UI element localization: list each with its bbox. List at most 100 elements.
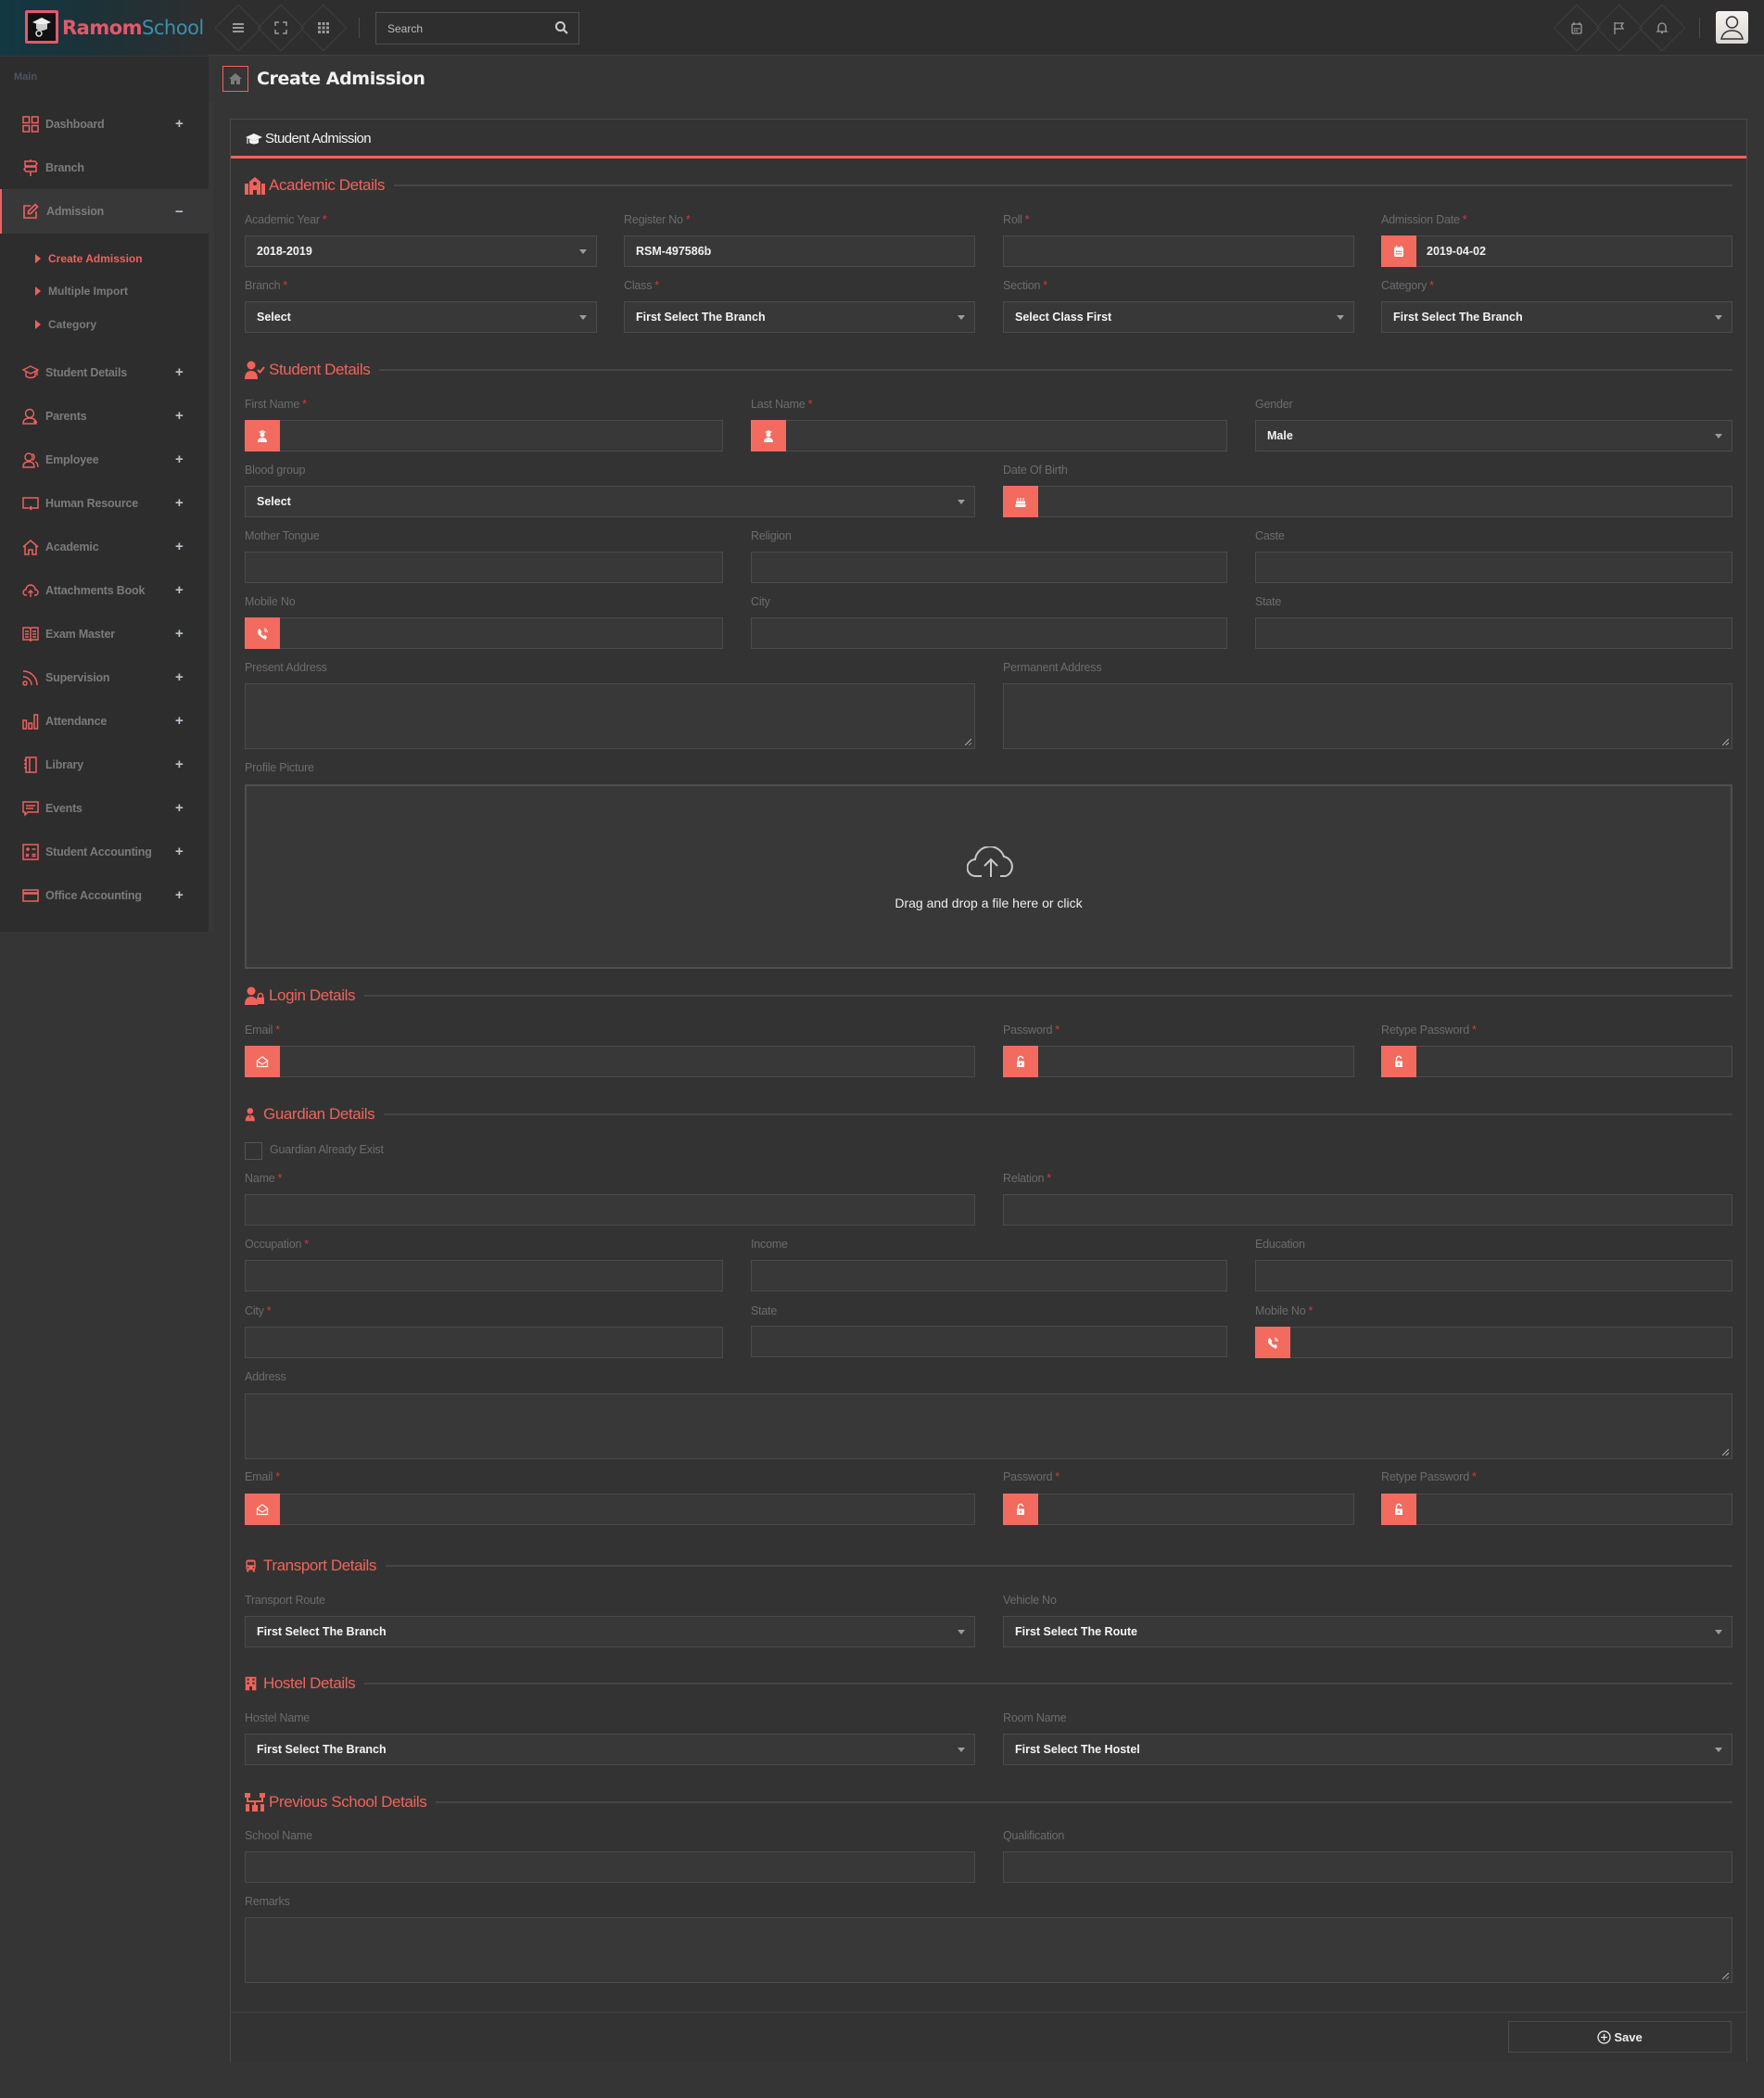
guardian-occupation-field[interactable] xyxy=(245,1260,723,1291)
sidebar-item-attachments-book[interactable]: Attachments Book + xyxy=(0,568,209,612)
academic-year-select[interactable]: 2018-2019 xyxy=(245,235,597,267)
guardian-occupation-input[interactable] xyxy=(246,1261,722,1291)
mother-tongue-field[interactable] xyxy=(245,552,723,583)
school-name-field[interactable] xyxy=(245,1851,975,1883)
present-address-textarea[interactable] xyxy=(246,684,974,748)
guardian-name-field[interactable] xyxy=(245,1194,975,1226)
apps-button[interactable] xyxy=(299,4,348,52)
remarks-field[interactable] xyxy=(245,1917,1732,1983)
dob-input[interactable] xyxy=(1004,487,1732,516)
religion-input[interactable] xyxy=(752,553,1226,582)
home-button[interactable] xyxy=(222,66,248,92)
sidebar-item-events[interactable]: Events + xyxy=(0,786,209,830)
resize-handle[interactable] xyxy=(965,739,971,745)
save-button[interactable]: Save xyxy=(1508,2021,1732,2053)
flag-button[interactable] xyxy=(1595,4,1643,52)
guardian-state-field[interactable] xyxy=(751,1326,1227,1357)
room-name-select[interactable]: First Select The Hostel xyxy=(1003,1734,1732,1765)
permanent-address-textarea[interactable] xyxy=(1004,684,1732,748)
submenu-create-admission[interactable]: Create Admission xyxy=(35,252,143,265)
guardian-state-input[interactable] xyxy=(752,1327,1226,1356)
caste-field[interactable] xyxy=(1255,552,1732,583)
guardian-retype-password-field[interactable] xyxy=(1381,1494,1732,1525)
sidebar-scrollbar[interactable] xyxy=(209,102,214,932)
login-password-input[interactable] xyxy=(1004,1047,1353,1076)
guardian-password-input[interactable] xyxy=(1004,1494,1353,1524)
sidebar-item-office-accounting[interactable]: Office Accounting + xyxy=(0,873,209,917)
city-input[interactable] xyxy=(752,618,1226,648)
guardian-retype-password-input[interactable] xyxy=(1382,1494,1732,1524)
resize-handle[interactable] xyxy=(1722,1449,1729,1456)
guardian-mobile-input[interactable] xyxy=(1256,1328,1732,1357)
religion-field[interactable] xyxy=(751,552,1227,583)
fullscreen-button[interactable] xyxy=(257,4,305,52)
search-box[interactable] xyxy=(375,12,579,45)
guardian-name-input[interactable] xyxy=(246,1195,974,1225)
state-input[interactable] xyxy=(1256,618,1732,648)
resize-handle[interactable] xyxy=(1722,739,1729,745)
guardian-email-input[interactable] xyxy=(246,1494,974,1524)
submenu-multiple-import[interactable]: Multiple Import xyxy=(35,285,128,298)
register-no-input[interactable] xyxy=(625,236,974,266)
sidebar-item-exam-master[interactable]: Exam Master + xyxy=(0,612,209,655)
sidebar-item-employee[interactable]: Employee + xyxy=(0,438,209,481)
logo-area[interactable]: RamomSchool xyxy=(0,0,209,56)
remarks-textarea[interactable] xyxy=(246,1918,1732,1982)
sidebar-item-parents[interactable]: Parents + xyxy=(0,394,209,438)
admission-date-field[interactable] xyxy=(1381,235,1732,267)
school-name-input[interactable] xyxy=(246,1852,974,1882)
blood-group-select[interactable]: Select xyxy=(245,486,975,517)
guardian-relation-input[interactable] xyxy=(1004,1195,1732,1225)
sidebar-item-human-resource[interactable]: Human Resource + xyxy=(0,481,209,525)
login-email-field[interactable] xyxy=(245,1046,975,1077)
guardian-education-field[interactable] xyxy=(1255,1260,1732,1291)
sidebar-item-dashboard[interactable]: Dashboard + xyxy=(0,102,209,146)
permanent-address-field[interactable] xyxy=(1003,683,1732,749)
login-email-input[interactable] xyxy=(246,1047,974,1076)
sidebar-item-admission[interactable]: Admission − xyxy=(0,189,209,234)
first-name-field[interactable] xyxy=(245,420,723,451)
sidebar-item-student-accounting[interactable]: Student Accounting + xyxy=(0,830,209,873)
menu-toggle-button[interactable] xyxy=(214,4,262,52)
guardian-password-field[interactable] xyxy=(1003,1494,1354,1525)
guardian-income-input[interactable] xyxy=(752,1261,1226,1291)
guardian-relation-field[interactable] xyxy=(1003,1194,1732,1226)
caste-input[interactable] xyxy=(1256,553,1732,582)
dob-field[interactable] xyxy=(1003,486,1732,517)
guardian-exist-checkbox[interactable] xyxy=(245,1142,262,1160)
guardian-city-input[interactable] xyxy=(246,1328,722,1357)
guardian-mobile-field[interactable] xyxy=(1255,1327,1732,1358)
mobile-input[interactable] xyxy=(246,618,722,648)
roll-input[interactable] xyxy=(1004,236,1353,266)
last-name-input[interactable] xyxy=(752,421,1226,451)
guardian-income-field[interactable] xyxy=(751,1260,1227,1291)
sidebar-item-attendance[interactable]: Attendance + xyxy=(0,699,209,743)
city-field[interactable] xyxy=(751,617,1227,649)
guardian-email-field[interactable] xyxy=(245,1494,975,1525)
resize-handle[interactable] xyxy=(1722,1973,1729,1979)
guardian-address-field[interactable] xyxy=(245,1393,1732,1459)
mobile-field[interactable] xyxy=(245,617,723,649)
submenu-category[interactable]: Category xyxy=(35,318,96,331)
gender-select[interactable]: Male xyxy=(1255,420,1732,451)
register-no-field[interactable] xyxy=(624,235,975,267)
class-select[interactable]: First Select The Branch xyxy=(624,301,975,333)
guardian-exist-label[interactable]: Guardian Already Exist xyxy=(270,1143,384,1156)
sidebar-item-student-details[interactable]: Student Details + xyxy=(0,350,209,394)
vehicle-no-select[interactable]: First Select The Route xyxy=(1003,1616,1732,1647)
mother-tongue-input[interactable] xyxy=(246,553,722,582)
search-input[interactable] xyxy=(376,13,543,44)
sidebar-item-supervision[interactable]: Supervision + xyxy=(0,655,209,699)
qualification-field[interactable] xyxy=(1003,1851,1732,1883)
login-retype-password-field[interactable] xyxy=(1381,1046,1732,1077)
hostel-name-select[interactable]: First Select The Branch xyxy=(245,1734,975,1765)
last-name-field[interactable] xyxy=(751,420,1227,451)
sidebar-item-branch[interactable]: Branch xyxy=(0,146,209,189)
transport-route-select[interactable]: First Select The Branch xyxy=(245,1616,975,1647)
sidebar-item-library[interactable]: Library + xyxy=(0,743,209,786)
category-select[interactable]: First Select The Branch xyxy=(1381,301,1732,333)
profile-picture-dropzone[interactable]: Drag and drop a file here or click xyxy=(245,784,1732,969)
guardian-city-field[interactable] xyxy=(245,1327,723,1358)
login-password-field[interactable] xyxy=(1003,1046,1354,1077)
section-select[interactable]: Select Class First xyxy=(1003,301,1354,333)
